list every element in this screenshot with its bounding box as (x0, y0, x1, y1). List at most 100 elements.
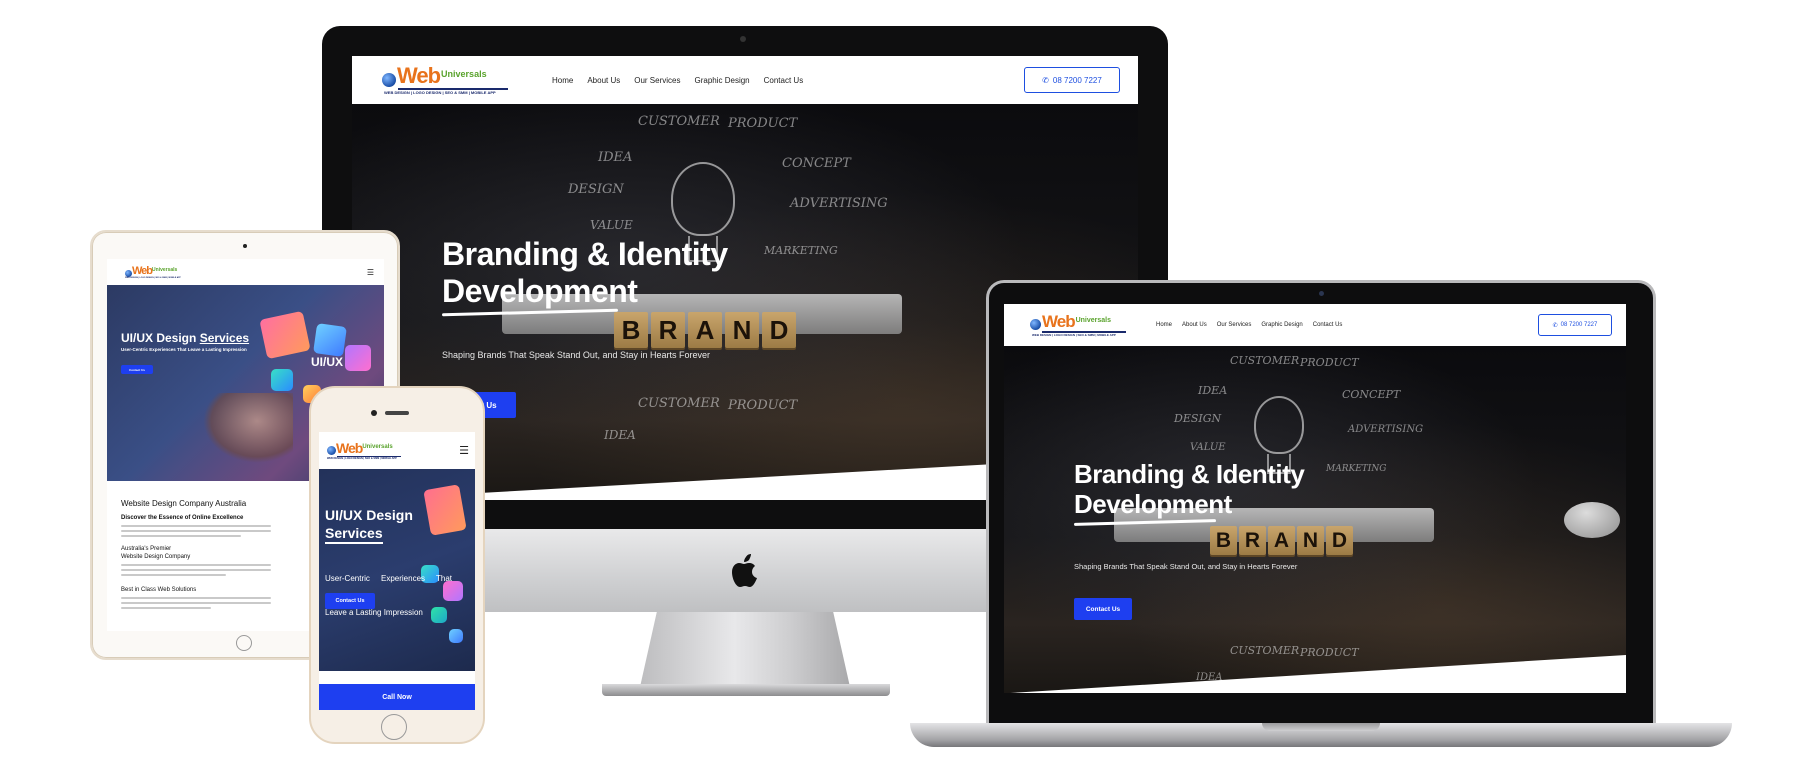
hero-title-line1: UI/UX Design (325, 507, 413, 523)
nav-contact[interactable]: Contact Us (1313, 322, 1343, 328)
brand-block-letter: N (1297, 526, 1324, 555)
sketch-word: CUSTOMER (638, 114, 720, 129)
iphone-home-button[interactable] (381, 714, 407, 740)
phone-number: 08 7200 7227 (1560, 322, 1598, 328)
hamburger-menu-icon[interactable]: ☰ (459, 444, 469, 457)
sketch-word: IDEA (598, 150, 633, 165)
macbook-hero-title: Branding & Identity Development (1074, 459, 1305, 520)
logo-tagline: WEB DESIGN | LOGO DESIGN | SEO & SMM | M… (1032, 333, 1116, 337)
sketch-word: CUSTOMER (1230, 644, 1300, 657)
sketch-word: PRODUCT (728, 398, 798, 413)
macbook-logo[interactable]: Web Universals WEB DESIGN | LOGO DESIGN … (1030, 313, 1134, 337)
macbook-contact-button[interactable]: Contact Us (1074, 598, 1132, 620)
lightbulb-icon (671, 162, 735, 236)
sketch-word: CONCEPT (1342, 388, 1401, 401)
phone-icon: ✆ (1552, 322, 1558, 329)
logo-tagline: WEB DESIGN | LOGO DESIGN | SEO & SMM | M… (327, 457, 397, 460)
ipad-home-button[interactable] (236, 635, 252, 651)
sketch-word: ADVERTISING (1348, 424, 1424, 435)
imac-hero-subtitle: Shaping Brands That Speak Stand Out, and… (442, 350, 710, 360)
sketch-word: DESIGN (568, 182, 624, 197)
nav-about[interactable]: About Us (587, 76, 620, 85)
nav-home[interactable]: Home (552, 76, 573, 85)
brand-block-letter: D (1326, 526, 1353, 555)
nav-graphic-design[interactable]: Graphic Design (694, 76, 749, 85)
cta-label: Contact Us (129, 367, 145, 372)
sketch-word: ADVERTISING (790, 196, 888, 211)
logo-web-text: Web (336, 439, 363, 456)
macbook-notch (1262, 723, 1380, 731)
app-card-image (423, 484, 467, 536)
ipad-header: Web Universals WEB DESIGN | LOGO DESIGN … (107, 259, 384, 285)
sketch-word: DESIGN (1174, 412, 1222, 425)
sketch-word: VALUE (590, 218, 633, 232)
hero-title-line2: Development (1074, 488, 1232, 519)
sketch-word: PRODUCT (1300, 356, 1359, 369)
macbook-nav: Home About Us Our Services Graphic Desig… (1156, 322, 1342, 328)
iphone-contact-button[interactable]: Contact Us (325, 593, 375, 609)
iphone-logo[interactable]: Web Universals WEB DESIGN | LOGO DESIGN … (327, 441, 411, 461)
ipad-heading: Australia's Premier (121, 546, 172, 552)
logo-universals-text: Universals (152, 266, 178, 273)
sketch-word: CUSTOMER (638, 396, 720, 411)
sketch-word: IDEA (1198, 384, 1228, 397)
macbook-camera (1319, 291, 1324, 296)
nav-contact[interactable]: Contact Us (764, 76, 804, 85)
logo-universals-text: Universals (441, 69, 487, 79)
nav-services[interactable]: Our Services (634, 76, 680, 85)
ipad-heading: Discover the Essence of Online Excellenc… (121, 515, 244, 521)
iphone-camera (371, 410, 377, 416)
macbook-hero: CUSTOMER PRODUCT IDEA CONCEPT DESIGN ADV… (1004, 346, 1626, 693)
lightbulb-icon (1254, 396, 1304, 454)
brand-block-letter: R (651, 312, 685, 348)
app-card-image (313, 323, 347, 357)
app-card-image (259, 310, 311, 360)
app-card-image (345, 345, 371, 371)
sketch-word: MARKETING (1326, 464, 1387, 474)
hand-image (203, 393, 293, 463)
cta-label: Contact Us (335, 598, 365, 604)
ipad-logo[interactable]: Web Universals WEB DESIGN | LOGO DESIGN … (125, 264, 195, 279)
phone-number: 08 7200 7227 (1052, 75, 1102, 85)
call-now-label: Call Now (382, 693, 412, 701)
ipad-heading: Best in Class Web Solutions (121, 587, 197, 593)
call-now-button[interactable]: Call Now (319, 684, 475, 710)
brand-block-letter: D (762, 312, 796, 348)
sketch-word: MARKETING (764, 244, 838, 257)
macbook-header: Web Universals WEB DESIGN | LOGO DESIGN … (1004, 304, 1626, 346)
uiux-tag: UI/UX (311, 355, 344, 369)
imac-camera (740, 36, 746, 42)
ipad-contact-button[interactable]: Contact Us (121, 365, 153, 374)
ipad-section-title: Website Design Company Australia (121, 499, 247, 508)
nav-home[interactable]: Home (1156, 322, 1172, 328)
phone-icon: ✆ (1042, 75, 1049, 85)
hamburger-menu-icon[interactable]: ☰ (367, 268, 374, 277)
nav-graphic-design[interactable]: Graphic Design (1261, 322, 1302, 328)
imac-stand (640, 612, 850, 687)
ipad-camera (243, 244, 247, 248)
brand-blocks: B R A N D (1210, 526, 1353, 555)
logo-universals-text: Universals (362, 443, 393, 450)
logo-tagline: WEB DESIGN | LOGO DESIGN | SEO & SMM | M… (125, 276, 181, 279)
macbook-phone-button[interactable]: ✆ 08 7200 7227 (1538, 314, 1612, 336)
nav-services[interactable]: Our Services (1217, 322, 1252, 328)
sketch-word: PRODUCT (728, 116, 798, 131)
imac-logo[interactable]: Web Universals WEB DESIGN | LOGO DESIGN … (382, 65, 522, 95)
ipad-paragraph (121, 597, 271, 612)
brand-block-letter: B (1210, 526, 1237, 555)
imac-hero-title: Branding & Identity Development (442, 236, 728, 310)
imac-stand-foot (602, 684, 890, 696)
imac-phone-button[interactable]: ✆ 08 7200 7227 (1024, 67, 1120, 93)
macbook-screen: Web Universals WEB DESIGN | LOGO DESIGN … (1004, 304, 1626, 693)
ipad-paragraph (121, 525, 271, 540)
nav-about[interactable]: About Us (1182, 322, 1207, 328)
logo-web-text: Web (132, 264, 153, 277)
hero-title-part: Services (199, 331, 250, 345)
sketch-word: CUSTOMER (1230, 354, 1300, 367)
hero-title-line2: Services (325, 525, 383, 544)
mouse-image (1564, 502, 1620, 538)
sketch-word: CONCEPT (782, 156, 851, 171)
ipad-paragraph (121, 564, 271, 579)
hero-subtitle-line: User-Centric Experiences That (325, 574, 453, 584)
logo-web-text: Web (1042, 312, 1076, 331)
